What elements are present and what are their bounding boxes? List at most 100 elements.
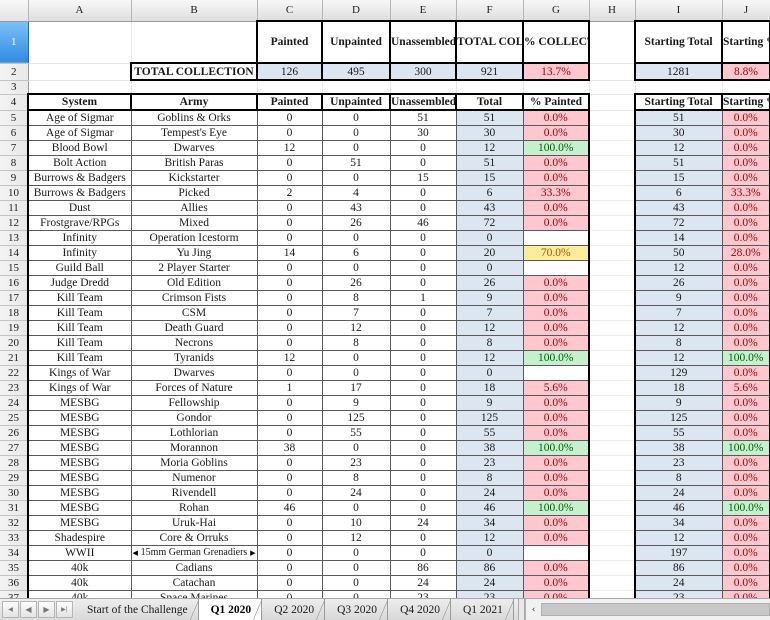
cell-h[interactable] bbox=[589, 590, 635, 598]
cell-army[interactable]: Mixed bbox=[130, 215, 258, 231]
cell-pct-painted[interactable]: 0.0% bbox=[522, 155, 590, 171]
cell-painted[interactable]: 2 bbox=[256, 185, 323, 201]
cell-total[interactable]: 12 bbox=[455, 320, 524, 336]
scroll-track[interactable] bbox=[541, 603, 770, 616]
cell-starting-pct[interactable]: 0.0% bbox=[721, 575, 770, 591]
cell-h[interactable] bbox=[589, 575, 635, 591]
cell-unassembled[interactable]: 0 bbox=[389, 320, 457, 336]
cell-unpainted[interactable]: 7 bbox=[321, 305, 391, 321]
cell-pct-painted[interactable]: 70.0% bbox=[522, 245, 590, 261]
cell-j1[interactable]: Starting % bbox=[721, 20, 770, 64]
cell-painted[interactable]: 0 bbox=[256, 200, 323, 216]
cell-army[interactable]: Morannon bbox=[130, 440, 258, 456]
cell-starting-total[interactable]: 24 bbox=[634, 485, 723, 501]
cell-total[interactable]: 38 bbox=[455, 440, 524, 456]
cell-starting-pct[interactable]: 0.0% bbox=[721, 320, 770, 336]
cell-pct-painted[interactable]: 0.0% bbox=[522, 575, 590, 591]
column-header-b[interactable]: B bbox=[131, 0, 258, 22]
cell-painted[interactable]: 0 bbox=[256, 575, 323, 591]
cell-h4[interactable] bbox=[589, 94, 636, 111]
cell-pct-painted[interactable] bbox=[522, 545, 590, 561]
cell-total[interactable]: 23 bbox=[455, 590, 524, 598]
cell-unassembled[interactable]: 0 bbox=[389, 335, 457, 351]
column-label-painted[interactable]: Painted bbox=[256, 93, 323, 111]
cell-unpainted[interactable]: 55 bbox=[321, 425, 391, 441]
cell-army[interactable]: Catachan bbox=[130, 575, 258, 591]
cell-unassembled[interactable]: 46 bbox=[389, 215, 457, 231]
tab-splitter[interactable] bbox=[518, 599, 525, 620]
cell-painted[interactable]: 0 bbox=[256, 470, 323, 486]
cell-unassembled[interactable]: 24 bbox=[389, 575, 457, 591]
cell-starting-total[interactable]: 125 bbox=[634, 410, 723, 426]
cell-pct-painted[interactable]: 0.0% bbox=[522, 275, 590, 291]
sheet-tab-q2-2020[interactable]: Q2 2020 bbox=[262, 599, 326, 620]
cell-total[interactable]: 18 bbox=[455, 380, 524, 396]
cell-painted[interactable]: 0 bbox=[256, 155, 323, 171]
cell-unpainted[interactable]: 0 bbox=[321, 109, 391, 126]
row-header-15[interactable]: 15 bbox=[0, 260, 29, 276]
cell-c1[interactable]: Painted bbox=[256, 20, 323, 64]
cell-system[interactable]: Dust bbox=[27, 200, 132, 216]
next-sheet-icon[interactable]: ▶ bbox=[38, 601, 55, 618]
cell-unpainted[interactable]: 0 bbox=[321, 140, 391, 156]
cell-h[interactable] bbox=[589, 560, 635, 576]
cell-h[interactable] bbox=[589, 245, 635, 261]
cell-pct-painted[interactable]: 0.0% bbox=[522, 515, 590, 531]
cell-system[interactable]: Kill Team bbox=[27, 335, 132, 351]
cell-e1[interactable]: Unassembled bbox=[389, 20, 457, 64]
row-header-31[interactable]: 31 bbox=[0, 500, 29, 516]
cell-unpainted[interactable]: 0 bbox=[321, 260, 391, 276]
cell-army[interactable]: Death Guard bbox=[130, 320, 258, 336]
cell-starting-total[interactable]: 38 bbox=[634, 440, 723, 456]
cell-system[interactable]: MESBG bbox=[27, 470, 132, 486]
cell-unpainted[interactable]: 24 bbox=[321, 485, 391, 501]
row-header-35[interactable]: 35 bbox=[0, 560, 29, 576]
cell-painted[interactable]: 0 bbox=[256, 230, 323, 246]
cell-army[interactable]: Operation Icestorm bbox=[130, 230, 258, 246]
cell-system[interactable]: Shadespire bbox=[27, 530, 132, 546]
row-header-30[interactable]: 30 bbox=[0, 485, 29, 501]
row-header-37[interactable]: 37 bbox=[0, 590, 29, 598]
cell-army[interactable]: Crimson Fists bbox=[130, 290, 258, 306]
sheet-tab-q1-2021[interactable]: Q1 2021 bbox=[451, 599, 514, 620]
cell-unassembled[interactable]: 24 bbox=[389, 515, 457, 531]
column-label-total[interactable]: Total bbox=[455, 93, 524, 111]
cell-system[interactable]: MESBG bbox=[27, 455, 132, 471]
cell-a3[interactable] bbox=[28, 80, 132, 95]
cell-pct-painted[interactable]: 0.0% bbox=[522, 109, 590, 126]
cell-total[interactable]: 12 bbox=[455, 350, 524, 366]
worksheet-table[interactable]: A B C D E F G H I J 1 Painted Unpainted Unassembled TO… bbox=[0, 0, 770, 598]
cell-i1[interactable]: Starting Total bbox=[634, 20, 723, 64]
row-header-33[interactable]: 33 bbox=[0, 530, 29, 546]
cell-unpainted[interactable]: 43 bbox=[321, 200, 391, 216]
cell-unpainted[interactable]: 26 bbox=[321, 275, 391, 291]
column-label-starting-pct[interactable]: Starting % bbox=[721, 93, 770, 111]
cell-painted[interactable]: 38 bbox=[256, 440, 323, 456]
cell-army[interactable]: Kickstarter bbox=[130, 170, 258, 186]
cell-painted[interactable]: 0 bbox=[256, 305, 323, 321]
cell-painted[interactable]: 0 bbox=[256, 410, 323, 426]
cell-army[interactable]: Fellowship bbox=[130, 395, 258, 411]
cell-unpainted[interactable]: 6 bbox=[321, 245, 391, 261]
cell-army[interactable]: Allies bbox=[130, 200, 258, 216]
sheet-tab-q1-2020[interactable]: Q1 2020 bbox=[198, 599, 263, 620]
cell-starting-total[interactable]: 8 bbox=[634, 470, 723, 486]
cell-starting-pct[interactable]: 5.6% bbox=[721, 380, 770, 396]
cell-total[interactable]: 23 bbox=[455, 455, 524, 471]
cell-starting-pct[interactable]: 0.0% bbox=[721, 230, 770, 246]
sheet-tab-q3-2020[interactable]: Q3 2020 bbox=[325, 599, 389, 620]
cell-painted[interactable]: 0 bbox=[256, 530, 323, 546]
cell-h[interactable] bbox=[589, 350, 635, 366]
cell-unpainted[interactable]: 12 bbox=[321, 320, 391, 336]
row-header-26[interactable]: 26 bbox=[0, 425, 29, 441]
cell-g1[interactable]: % COLLECTION PAINTED bbox=[522, 20, 590, 64]
cell-army[interactable]: Goblins & Orks bbox=[130, 109, 258, 126]
cell-army[interactable]: Core & Orruks bbox=[130, 530, 258, 546]
cell-starting-total[interactable]: 6 bbox=[634, 185, 723, 201]
cell-starting-pct[interactable]: 0.0% bbox=[721, 485, 770, 501]
cell-pct-painted[interactable]: 100.0% bbox=[522, 500, 590, 516]
row-header-24[interactable]: 24 bbox=[0, 395, 29, 411]
cell-army[interactable]: Old Edition bbox=[130, 275, 258, 291]
cell-unpainted[interactable]: 8 bbox=[321, 335, 391, 351]
cell-h[interactable] bbox=[589, 290, 635, 306]
